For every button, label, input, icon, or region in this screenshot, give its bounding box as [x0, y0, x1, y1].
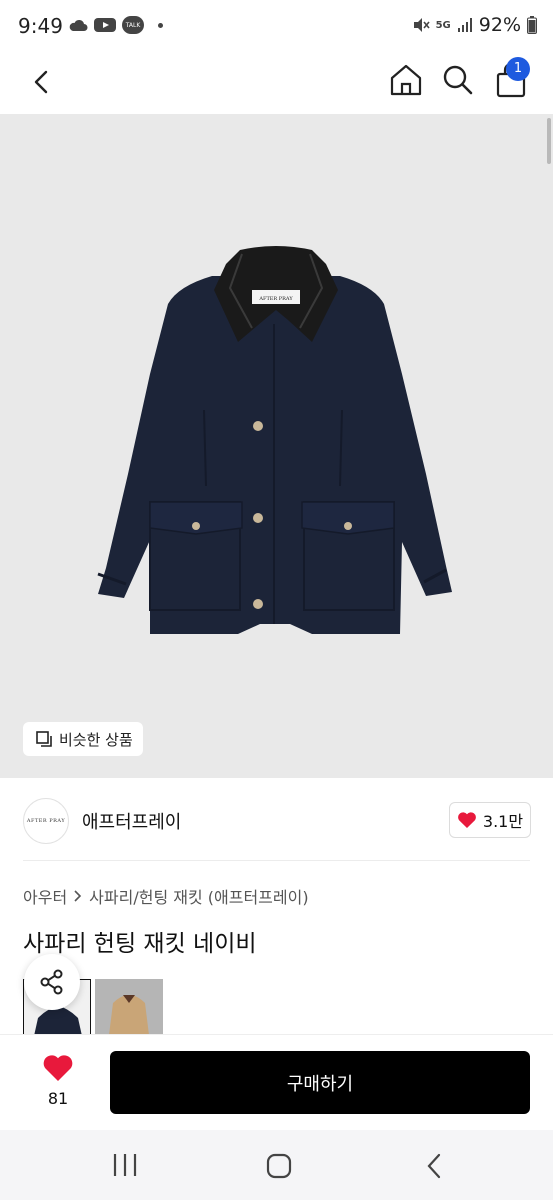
search-icon[interactable] — [440, 60, 476, 100]
jacket-image: AFTER PRAY — [97, 246, 452, 634]
battery-text: 92% — [478, 14, 521, 36]
beige-jacket-thumbnail — [95, 979, 163, 1035]
buy-button[interactable]: 구매하기 — [110, 1051, 530, 1114]
system-icons: 5G 92% — [412, 14, 537, 36]
heart-icon — [458, 812, 476, 828]
jacket-label-text: AFTER PRAY — [258, 296, 293, 302]
youtube-icon — [94, 18, 116, 32]
notification-icons: TALK — [68, 16, 163, 34]
back-arrow-icon[interactable] — [24, 64, 60, 100]
talk-icon: TALK — [122, 16, 144, 34]
brand-like-button[interactable]: 3.1만 — [449, 802, 531, 838]
home-icon[interactable] — [388, 60, 424, 100]
color-option-beige[interactable] — [95, 979, 163, 1035]
bottom-action-bar: 81 구매하기 — [0, 1034, 553, 1130]
brand-row[interactable]: AFTER PRAY 애프터프레이 3.1만 — [0, 778, 553, 862]
similar-products-label: 비슷한 상품 — [59, 730, 133, 749]
share-icon — [40, 969, 63, 995]
breadcrumb: 아우터 사파리/헌팅 재킷 (애프터프레이) — [23, 884, 309, 908]
dot-icon — [158, 22, 163, 28]
mute-icon — [413, 18, 430, 32]
breadcrumb-subcategory[interactable]: 사파리/헌팅 재킷 (애프터프레이) — [89, 884, 308, 908]
share-button[interactable] — [24, 954, 80, 1010]
breadcrumb-category[interactable]: 아우터 — [23, 884, 67, 908]
network-5g-icon: 5G — [435, 19, 451, 31]
brand-name[interactable]: 애프터프레이 — [82, 808, 181, 834]
home-button-icon[interactable] — [264, 1152, 294, 1180]
similar-products-button[interactable]: 비슷한 상품 — [23, 722, 143, 756]
copy-icon — [36, 731, 52, 747]
product-image[interactable]: AFTER PRAY 비슷한 상품 — [0, 114, 553, 778]
status-time: 9:49 — [18, 14, 63, 38]
status-bar: 9:49 TALK 5G 92% — [0, 0, 553, 52]
chevron-right-icon — [74, 890, 82, 902]
cart-count-badge: 1 — [506, 57, 530, 81]
product-title: 사파리 헌팅 재킷 네이비 — [23, 931, 257, 957]
app-header — [0, 52, 553, 114]
wishlist-count: 81 — [47, 1089, 69, 1108]
brand-like-count: 3.1만 — [482, 812, 524, 831]
signal-icon — [457, 18, 472, 32]
buy-button-label: 구매하기 — [286, 1073, 354, 1095]
divider — [23, 860, 530, 861]
system-back-icon[interactable] — [420, 1152, 450, 1180]
battery-icon — [527, 16, 537, 34]
brand-logo[interactable]: AFTER PRAY — [23, 798, 69, 844]
recent-apps-icon[interactable] — [110, 1152, 140, 1178]
scrollbar[interactable] — [547, 118, 551, 164]
cloud-icon — [69, 19, 88, 31]
wishlist-heart-icon[interactable] — [42, 1053, 74, 1083]
system-navigation-bar — [0, 1130, 553, 1200]
brand-logo-text: AFTER PRAY — [26, 818, 66, 824]
